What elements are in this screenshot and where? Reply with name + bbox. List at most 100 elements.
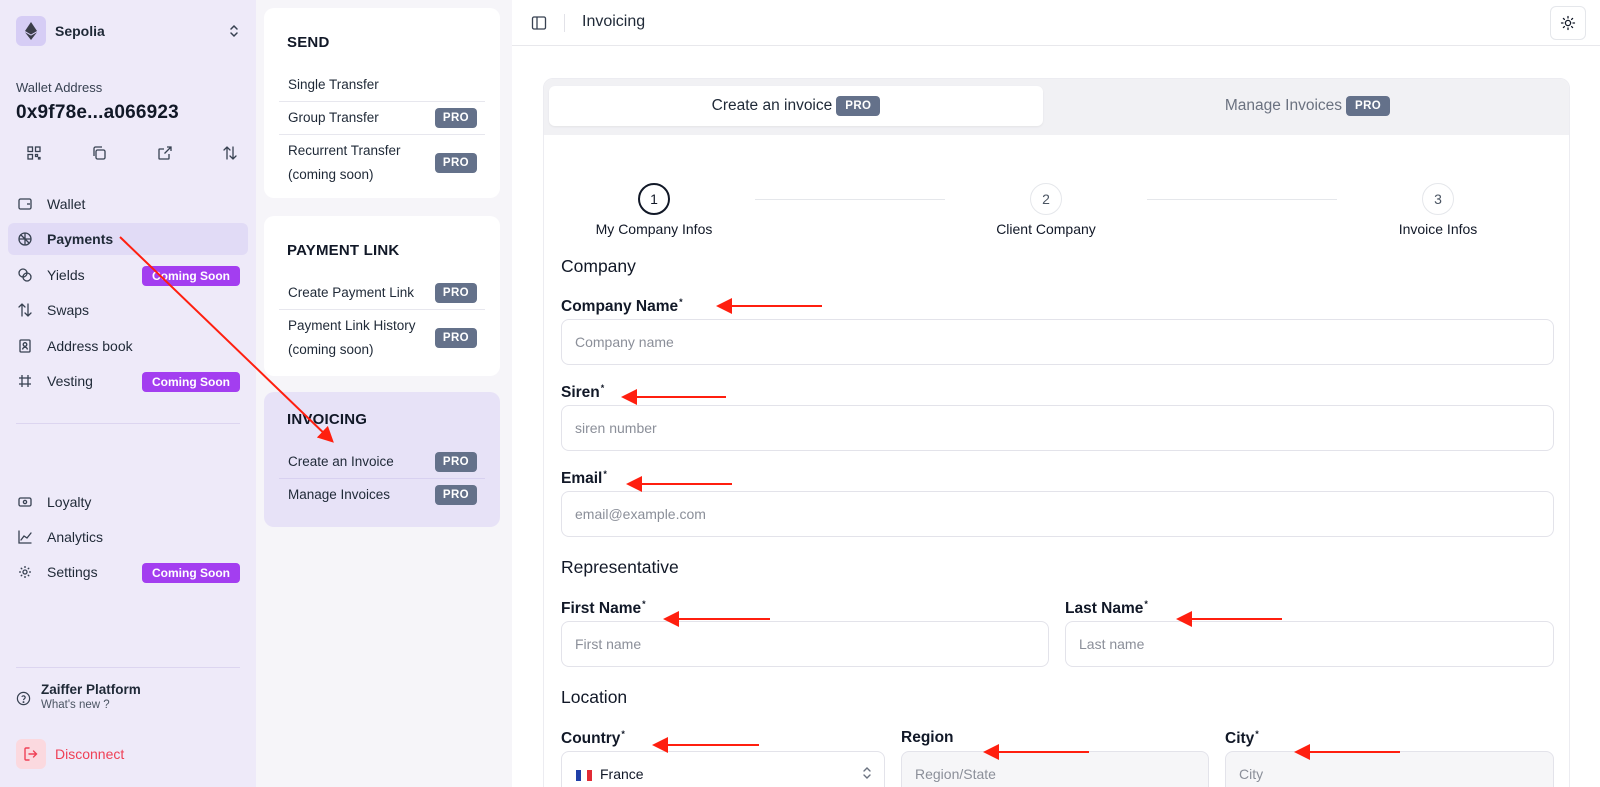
sidebar-item-payments[interactable]: Payments: [8, 223, 248, 255]
menu-item-group-transfer[interactable]: Group Transfer PRO: [279, 106, 485, 130]
menu-item-label: Payment Link History (coming soon): [288, 318, 416, 357]
pro-badge: PRO: [434, 328, 477, 348]
invoice-tabs: Create an invoice PRO Manage Invoices PR…: [544, 79, 1569, 135]
sidebar-item-analytics[interactable]: Analytics: [8, 521, 248, 553]
sidebar-item-settings[interactable]: Settings Coming Soon: [8, 556, 248, 588]
sidebar: Sepolia Wallet Address 0x9f78e...a066923…: [0, 0, 256, 787]
sidebar-divider: [16, 423, 240, 424]
pro-badge: PRO: [434, 485, 477, 505]
payment-link-card: PAYMENT LINK Create Payment Link PRO Pay…: [264, 216, 500, 376]
copy-icon[interactable]: [89, 143, 109, 163]
sidebar-item-vesting[interactable]: Vesting Coming Soon: [8, 365, 248, 397]
sidebar-toggle-icon[interactable]: [529, 13, 549, 33]
last-name-label: Last Name*: [1065, 599, 1148, 618]
loyalty-icon: [17, 494, 33, 510]
help-title: Zaiffer Platform: [41, 682, 141, 697]
tab-create-invoice[interactable]: Create an invoice PRO: [549, 86, 1043, 126]
menu-item-label: Recurrent Transfer (coming soon): [288, 143, 401, 182]
pro-badge: PRO: [836, 96, 881, 116]
email-input[interactable]: [561, 491, 1554, 537]
sidebar-item-label: Address book: [47, 338, 133, 354]
step-number: 3: [1422, 183, 1454, 215]
chevron-updown-icon: [862, 766, 872, 785]
pro-badge: PRO: [434, 153, 477, 173]
menu-item-single-transfer[interactable]: Single Transfer: [279, 73, 485, 97]
email-label: Email*: [561, 469, 607, 488]
menu-item-label: Create an Invoice: [288, 454, 394, 469]
section-location-title: Location: [561, 687, 628, 707]
help-subtitle: What's new ?: [41, 699, 110, 711]
settings-icon: [17, 564, 33, 580]
whats-new-link[interactable]: Zaiffer Platform What's new ?: [16, 682, 141, 711]
country-value: France: [600, 766, 644, 782]
sidebar-item-label: Vesting: [47, 373, 93, 389]
payments-menu: SEND Single Transfer Group Transfer PRO …: [256, 0, 512, 787]
region-label: Region: [901, 729, 954, 746]
wallet-icon: [17, 196, 33, 212]
region-input[interactable]: [901, 751, 1209, 787]
address-book-icon: [17, 338, 33, 354]
siren-input[interactable]: [561, 405, 1554, 451]
pro-badge: PRO: [434, 108, 477, 128]
country-label: Country*: [561, 729, 625, 748]
tab-label: Create an invoice: [711, 97, 833, 114]
city-label: City*: [1225, 729, 1259, 748]
section-representative-title: Representative: [561, 557, 679, 577]
pro-badge: PRO: [434, 452, 477, 472]
sidebar-item-label: Wallet: [47, 196, 86, 212]
invoicing-card: INVOICING Create an Invoice PRO Manage I…: [264, 392, 500, 527]
row-divider: [279, 134, 485, 135]
menu-item-label: Create Payment Link: [288, 285, 415, 300]
disconnect-button[interactable]: Disconnect: [16, 739, 124, 769]
disconnect-label: Disconnect: [55, 746, 125, 762]
send-card: SEND Single Transfer Group Transfer PRO …: [264, 8, 500, 198]
menu-item-label: Single Transfer: [288, 77, 379, 92]
analytics-icon: [17, 529, 33, 545]
theme-toggle-button[interactable]: [1550, 6, 1586, 40]
last-name-input[interactable]: [1065, 621, 1554, 667]
menu-item-payment-link-history[interactable]: Payment Link History (coming soon) PRO: [279, 314, 485, 362]
step-invoice-infos: 3 Invoice Infos: [1358, 183, 1518, 237]
network-selector[interactable]: Sepolia: [16, 16, 242, 46]
menu-item-create-payment-link[interactable]: Create Payment Link PRO: [279, 281, 485, 305]
step-number: 1: [638, 183, 670, 215]
swaps-icon: [17, 302, 33, 318]
sidebar-item-wallet[interactable]: Wallet: [8, 188, 248, 220]
step-label: Client Company: [996, 221, 1096, 237]
menu-item-recurrent-transfer[interactable]: Recurrent Transfer (coming soon) PRO: [279, 139, 485, 187]
france-flag-icon: [576, 770, 592, 781]
logout-icon: [16, 739, 46, 769]
step-label: My Company Infos: [595, 221, 713, 237]
page-title: Invoicing: [582, 13, 646, 30]
invoice-panel: Create an invoice PRO Manage Invoices PR…: [543, 78, 1570, 787]
sidebar-item-yields[interactable]: Yields Coming Soon: [8, 259, 248, 291]
vesting-icon: [17, 373, 33, 389]
menu-item-manage-invoices[interactable]: Manage Invoices PRO: [279, 483, 485, 507]
invoicing-title: INVOICING: [287, 411, 368, 428]
network-name: Sepolia: [55, 23, 105, 39]
sidebar-item-swaps[interactable]: Swaps: [8, 294, 248, 326]
menu-item-label: Group Transfer: [288, 110, 379, 125]
wallet-address-label: Wallet Address: [16, 80, 103, 95]
sidebar-item-loyalty[interactable]: Loyalty: [8, 486, 248, 518]
company-name-input[interactable]: [561, 319, 1554, 365]
menu-item-create-invoice[interactable]: Create an Invoice PRO: [279, 450, 485, 474]
tab-manage-invoices[interactable]: Manage Invoices PRO: [1049, 86, 1566, 126]
external-link-icon[interactable]: [155, 143, 175, 163]
city-input[interactable]: [1225, 751, 1554, 787]
ethereum-icon: [16, 16, 46, 46]
qr-code-icon[interactable]: [24, 143, 44, 163]
wallet-actions: [24, 143, 240, 163]
sidebar-item-label: Settings: [47, 564, 98, 580]
swap-arrows-icon[interactable]: [220, 143, 240, 163]
sidebar-divider: [16, 667, 240, 668]
coming-soon-badge: Coming Soon: [142, 266, 240, 286]
country-select[interactable]: France: [561, 751, 885, 787]
step-connector: [1147, 199, 1337, 200]
sidebar-item-address-book[interactable]: Address book: [8, 330, 248, 362]
yields-icon: [17, 267, 33, 283]
row-divider: [279, 478, 485, 479]
chevron-updown-icon[interactable]: [226, 23, 242, 39]
first-name-input[interactable]: [561, 621, 1049, 667]
step-label: Invoice Infos: [1398, 221, 1478, 237]
